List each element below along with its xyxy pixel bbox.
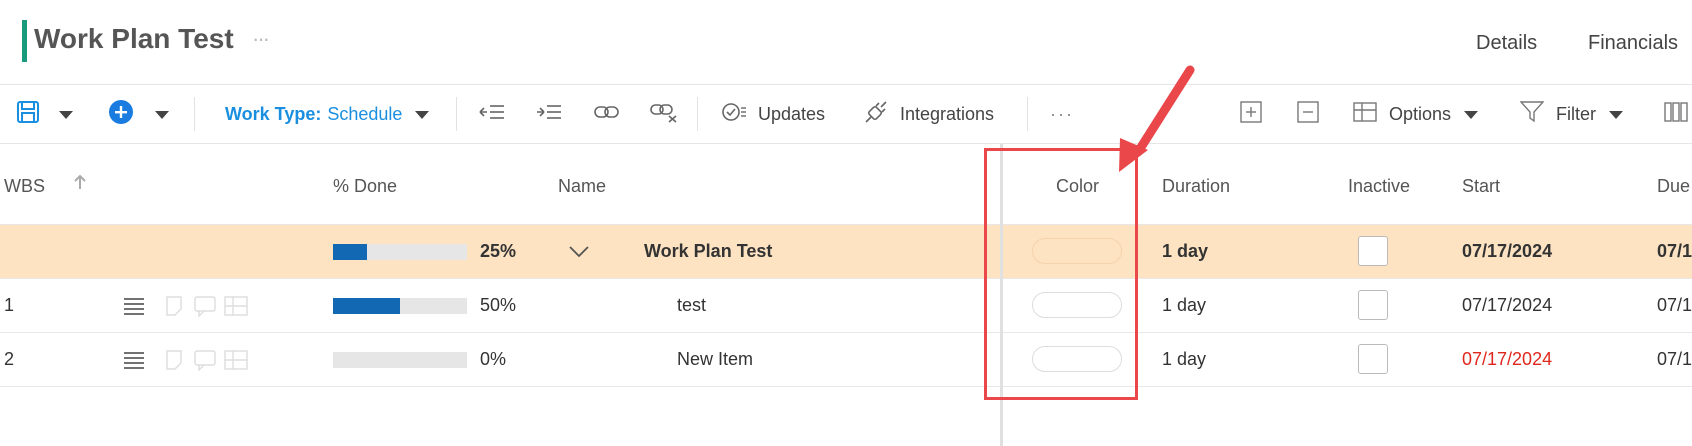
red-arrow-icon xyxy=(1119,65,1195,172)
